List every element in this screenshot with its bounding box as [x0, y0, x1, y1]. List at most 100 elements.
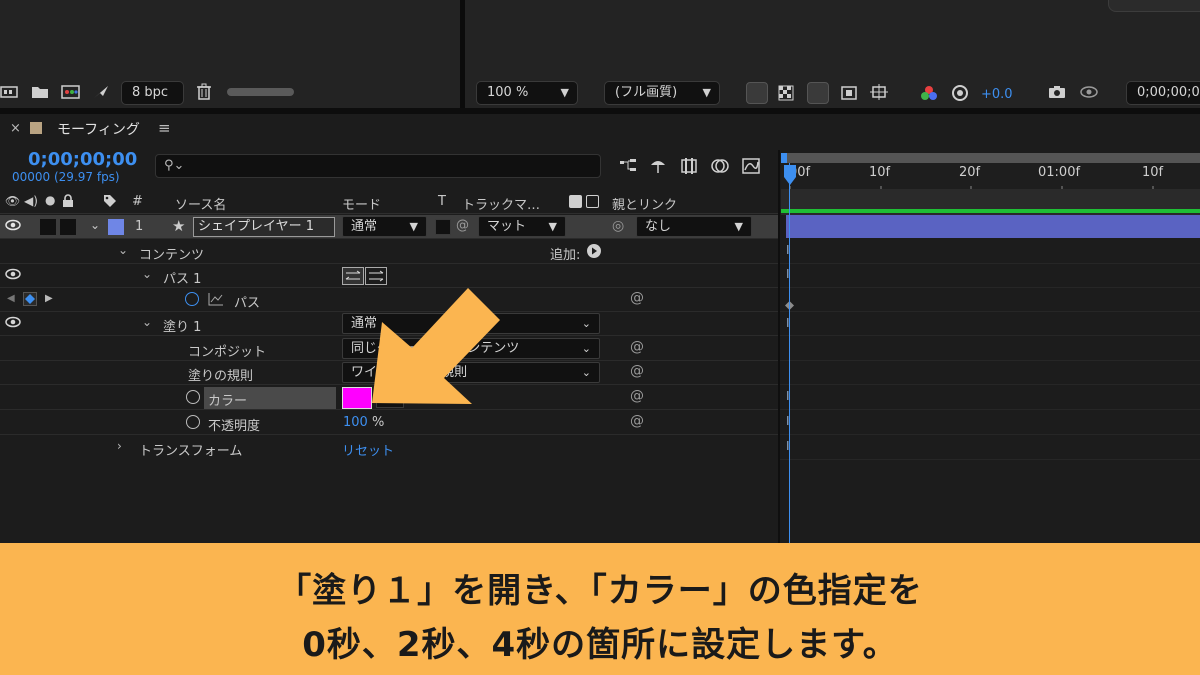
parent-pickwhip-icon[interactable]: ◎: [612, 218, 624, 234]
expression-pickwhip-icon[interactable]: @: [630, 388, 644, 404]
layer-search-input[interactable]: ⚲⌄: [155, 154, 601, 178]
fast-previews-icon[interactable]: [746, 82, 768, 104]
audio-switch-icon: ◀): [24, 194, 38, 208]
interpret-footage-icon[interactable]: [0, 84, 20, 104]
timeline-row: [780, 312, 1200, 336]
trash-icon[interactable]: [195, 83, 213, 105]
layer-label-color[interactable]: [108, 219, 124, 235]
ruler-ticks: [781, 180, 1200, 195]
chevron-down-icon[interactable]: ⌄: [142, 267, 152, 281]
column-hash: #: [132, 194, 143, 209]
label-tag-icon: [103, 194, 117, 212]
work-area-bar[interactable]: [781, 153, 1200, 163]
stopwatch-icon[interactable]: [186, 390, 200, 404]
eye-icon[interactable]: [5, 218, 21, 232]
show-snapshot-icon[interactable]: [1078, 84, 1102, 104]
panel-menu-icon[interactable]: ≡: [158, 119, 171, 137]
transform-label: トランスフォーム: [139, 444, 243, 459]
current-time-display[interactable]: 0;00;00;00: [28, 149, 137, 170]
comp-tab-title[interactable]: モーフィング: [57, 119, 140, 139]
reset-link[interactable]: リセット: [342, 440, 394, 459]
prev-keyframe-icon[interactable]: ◀: [7, 293, 15, 304]
eye-icon[interactable]: [5, 267, 21, 281]
mask-visibility-icon[interactable]: [807, 82, 829, 104]
audio-box[interactable]: [40, 219, 56, 235]
viewer-timecode-field[interactable]: 0;00;00;00: [1126, 81, 1200, 105]
column-header-row: 👁 ◀) ● # ソース名 モード T トラックマ… 親とリンク: [0, 192, 778, 214]
fill1-label: 塗り 1: [163, 320, 202, 335]
annotation-arrow: [368, 278, 518, 422]
playhead-handle[interactable]: [782, 165, 798, 191]
color-channels-icon[interactable]: [918, 84, 940, 106]
transform-row[interactable]: › トランスフォーム リセット: [0, 436, 778, 460]
new-folder-icon[interactable]: [30, 84, 50, 104]
keyframe-diamond-icon[interactable]: [23, 292, 37, 306]
path-prop-label: パス: [234, 296, 261, 311]
region-of-interest-icon[interactable]: [838, 85, 860, 105]
add-label: 追加:: [550, 248, 581, 263]
layer-duration-bar[interactable]: [786, 215, 1200, 238]
matte-link-icon[interactable]: @: [456, 218, 469, 233]
ruler-tick-label: 10f: [869, 165, 891, 180]
eye-icon[interactable]: [5, 315, 21, 329]
timeline-row: [780, 436, 1200, 460]
new-composition-icon[interactable]: [60, 84, 82, 104]
layer-name-field[interactable]: シェイプレイヤー 1: [193, 217, 335, 237]
column-source-name[interactable]: ソース名: [175, 194, 226, 213]
path1-label: パス 1: [163, 272, 202, 287]
chevron-down-icon[interactable]: ⌄: [90, 218, 100, 232]
playhead-line[interactable]: [789, 163, 790, 543]
exposure-reset-icon[interactable]: [950, 84, 970, 106]
work-area-start[interactable]: [781, 153, 787, 163]
solo-switch-icon: ●: [45, 193, 56, 207]
draft-3d-icon[interactable]: [648, 157, 668, 179]
chevron-down-icon: ▼: [409, 220, 418, 233]
expression-pickwhip-icon[interactable]: @: [630, 363, 644, 379]
expression-pickwhip-icon[interactable]: @: [630, 339, 644, 355]
stopwatch-icon[interactable]: [186, 415, 200, 429]
column-trackmatte: トラックマ…: [462, 198, 541, 213]
composition-mini-flowchart-icon[interactable]: [618, 158, 640, 178]
next-keyframe-icon[interactable]: ▶: [45, 293, 53, 304]
stopwatch-icon[interactable]: [185, 292, 199, 306]
lock-switch-icon: [62, 194, 74, 212]
snapshot-camera-icon[interactable]: [1046, 84, 1068, 104]
preserve-transparency-box[interactable]: [435, 219, 451, 235]
frame-blending-icon[interactable]: [679, 157, 701, 179]
resolution-dropdown[interactable]: (フル画質) ▼: [604, 81, 720, 105]
motion-blur-icon[interactable]: [709, 157, 731, 179]
expression-pickwhip-icon[interactable]: @: [630, 413, 644, 429]
track-matte-dropdown[interactable]: マット ▼: [478, 216, 566, 237]
ruler-tick-label: 01:00f: [1038, 165, 1081, 180]
exposure-value[interactable]: +0.0: [981, 87, 1013, 102]
project-scrollbar[interactable]: [227, 88, 294, 96]
bit-depth-button[interactable]: 8 bpc: [121, 81, 184, 105]
chevron-down-icon: ⌄: [581, 317, 591, 330]
transparency-grid-icon[interactable]: [776, 85, 796, 105]
parent-switch-icon: [586, 195, 599, 208]
matte-switch-icon: [569, 195, 582, 208]
contents-row[interactable]: ⌄ コンテンツ 追加:: [0, 240, 778, 264]
layer-mode-dropdown[interactable]: 通常 ▼: [342, 216, 427, 237]
render-queue-icon[interactable]: [92, 84, 110, 104]
magnification-dropdown[interactable]: 100 % ▼: [476, 81, 578, 105]
resolution-value: (フル画質): [615, 85, 678, 100]
fill-rule-label: 塗りの規則: [188, 369, 254, 384]
expression-pickwhip-icon[interactable]: @: [630, 290, 644, 306]
layer-row[interactable]: ⌄ 1 ★ シェイプレイヤー 1 通常 ▼ @ マット ▼ ◎ なし ▼: [0, 215, 778, 239]
parent-dropdown[interactable]: なし ▼: [636, 216, 752, 237]
grid-guides-icon[interactable]: [868, 84, 892, 106]
graph-icon[interactable]: [208, 292, 224, 310]
chevron-down-icon[interactable]: ⌄: [142, 315, 152, 329]
caption-banner: 「塗り１」を開き、「カラー」の色指定を 0秒、2秒、4秒の箇所に設定します。: [0, 543, 1200, 675]
chevron-down-icon[interactable]: ⌄: [118, 243, 128, 257]
opacity-value[interactable]: 100: [343, 415, 368, 430]
close-tab-icon[interactable]: ×: [10, 121, 21, 136]
add-play-icon[interactable]: [587, 244, 601, 258]
work-area-line: [781, 209, 1200, 213]
chevron-right-icon[interactable]: ›: [117, 439, 122, 453]
column-t: T: [438, 194, 446, 209]
ruler-tick-label: 20f: [959, 165, 981, 180]
solo-box[interactable]: [60, 219, 76, 235]
graph-editor-icon[interactable]: [740, 156, 764, 180]
